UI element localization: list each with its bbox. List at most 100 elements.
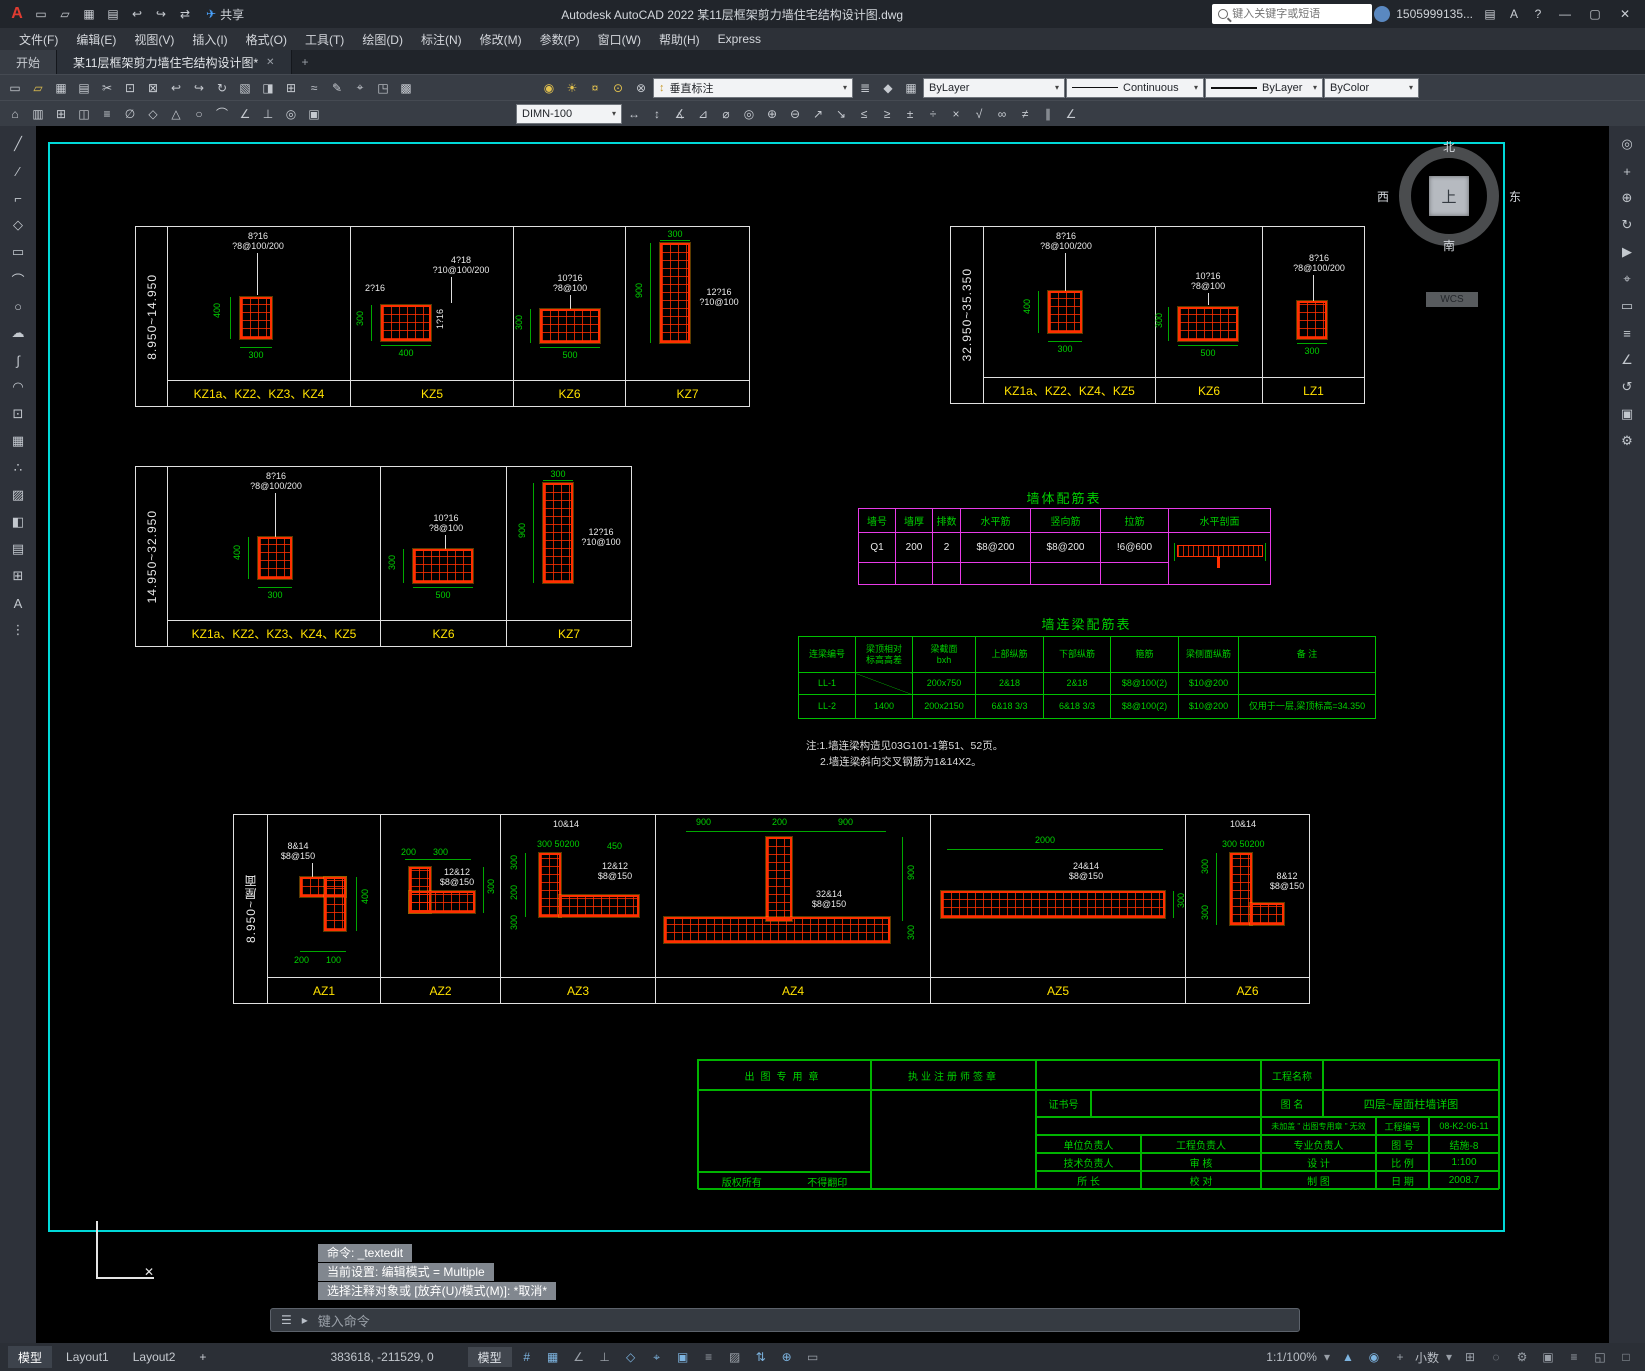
new-icon[interactable]: ▭	[4, 77, 26, 99]
customize-list-icon[interactable]: ≡	[1563, 1347, 1585, 1367]
menu-parametric[interactable]: 参数(P)	[531, 28, 589, 50]
revcloud-icon[interactable]: ☁	[6, 323, 30, 343]
viewport-icon[interactable]: ◳	[372, 77, 394, 99]
compass-south[interactable]: 南	[1443, 237, 1455, 254]
tab-close-icon[interactable]: ✕	[266, 57, 274, 68]
radius-dim-icon[interactable]: ⊕	[761, 103, 783, 125]
wall-rebar-table[interactable]: 墙号 墙厚 排数 水平筋 竖向筋 拉筋 水平剖面 Q1 200 2 $8@200…	[858, 508, 1271, 585]
cell-label[interactable]: KZ1a、KZ2、KZ4、KZ5	[984, 377, 1155, 403]
polar-tracking-icon[interactable]: ∠	[568, 1347, 590, 1367]
insert-table-icon[interactable]: ⊞	[50, 103, 72, 125]
make-block-icon[interactable]: ▦	[6, 431, 30, 451]
baseline-dim-icon[interactable]: ⊖	[784, 103, 806, 125]
wall-section[interactable]	[941, 891, 1165, 918]
list-icon[interactable]: ≡	[96, 103, 118, 125]
layer-walk-icon[interactable]: ▦	[900, 77, 922, 99]
cell-label[interactable]: KZ6	[514, 380, 625, 406]
range-text[interactable]: 8.950~屋面	[242, 874, 259, 943]
search-input[interactable]	[1232, 8, 1367, 20]
column-section[interactable]	[258, 537, 292, 579]
polyline-icon[interactable]: ⌐	[6, 188, 30, 208]
hatch-edit-icon[interactable]: ▩	[395, 77, 417, 99]
menu-help[interactable]: 帮助(H)	[650, 28, 709, 50]
pan-icon[interactable]: +	[1615, 161, 1639, 181]
wcs-selector[interactable]: WCS	[1426, 292, 1478, 307]
undo-icon[interactable]: ↩	[126, 3, 148, 25]
ortho-icon[interactable]: ⊥	[594, 1347, 616, 1367]
beam-rebar-table[interactable]: 连梁编号 梁顶相对 标高高差 梁截面 bxh 上部纵筋 下部纵筋 箍筋 梁侧面纵…	[798, 636, 1376, 719]
viewcube[interactable]: 北 南 西 东 上	[1377, 140, 1521, 254]
lineweight-display-icon[interactable]: ≡	[698, 1347, 720, 1367]
osnap-tool-icon[interactable]: ⌖	[349, 77, 371, 99]
chevron-down-icon[interactable]: ▾	[1443, 1347, 1455, 1367]
cell-label[interactable]: AZ5	[931, 977, 1185, 1003]
column-section[interactable]	[1178, 307, 1238, 341]
dim-right[interactable]: 300	[486, 879, 496, 894]
menu-modify[interactable]: 修改(M)	[471, 28, 531, 50]
region2-icon[interactable]: ▤	[6, 539, 30, 559]
dim-right[interactable]: 400	[360, 889, 370, 904]
dim-top[interactable]: 300 50200	[1222, 839, 1265, 849]
rebar-annotation[interactable]: 8&14 $8@150	[270, 841, 326, 861]
menu-insert[interactable]: 插入(I)	[183, 28, 236, 50]
minimize-button[interactable]: —	[1551, 2, 1579, 26]
dim-left[interactable]: 200	[509, 885, 519, 900]
table-tool-icon[interactable]: ⊞	[280, 77, 302, 99]
dim-left[interactable]: 300	[509, 915, 519, 930]
linear-dim-icon[interactable]: ↔	[623, 103, 645, 125]
datum-icon[interactable]: ≥	[876, 103, 898, 125]
isodraft-icon[interactable]: ◇	[620, 1347, 642, 1367]
range-text[interactable]: 32.950~35.350	[960, 268, 974, 361]
table-icon[interactable]: ⊞	[6, 566, 30, 586]
column-section[interactable]	[543, 483, 573, 583]
dim-bottom[interactable]: 200	[294, 955, 309, 965]
beam-table-title[interactable]: 墙连梁配筋表	[798, 614, 1375, 633]
annotation-scale[interactable]: 1:1/100%	[1266, 1350, 1317, 1364]
layout-icon[interactable]: ▥	[27, 103, 49, 125]
circle-icon[interactable]: ○	[6, 296, 30, 316]
rebar-annotation[interactable]: 12?16 ?10@100	[573, 527, 629, 547]
rebar-annotation[interactable]: 10?16 ?8@100	[530, 273, 610, 293]
cell-label[interactable]: AZ6	[1186, 977, 1309, 1003]
share-button[interactable]: ✈ 共享	[198, 6, 252, 23]
cell-label[interactable]: AZ3	[501, 977, 655, 1003]
help-search[interactable]	[1212, 4, 1373, 24]
regen-icon[interactable]: ↻	[211, 77, 233, 99]
menu-format[interactable]: 格式(O)	[237, 28, 296, 50]
qopen-icon[interactable]: ▱	[54, 3, 76, 25]
app-store-icon[interactable]: ▤	[1479, 3, 1501, 25]
dynamic-ucs-icon[interactable]: ⊕	[776, 1347, 798, 1367]
rebar-annotation[interactable]: 24&14 $8@150	[1051, 861, 1121, 881]
diameter-dim-icon[interactable]: ⌀	[715, 103, 737, 125]
layer-lock-icon[interactable]: ⊙	[607, 77, 629, 99]
column-section[interactable]	[660, 243, 690, 343]
menu-window[interactable]: 窗口(W)	[589, 28, 650, 50]
measure-icon[interactable]: ◇	[142, 103, 164, 125]
dim-right[interactable]: 300	[906, 925, 916, 940]
cell-label[interactable]: KZ6	[1156, 377, 1262, 403]
angle-tool-icon[interactable]: ∠	[234, 103, 256, 125]
copy-icon[interactable]: ⊡	[119, 77, 141, 99]
rebar-annotation[interactable]: 8?16 ?8@100/200	[206, 231, 310, 251]
dim-width[interactable]: 300	[258, 590, 292, 600]
polygon-icon[interactable]: ◇	[6, 215, 30, 235]
rebar-annotation[interactable]: 4?18 ?10@100/200	[413, 255, 509, 275]
dim-width[interactable]: 500	[540, 350, 600, 360]
spline-tool-icon[interactable]: ≈	[303, 77, 325, 99]
more-tools-icon[interactable]: ⋮	[6, 620, 30, 640]
column-section[interactable]	[1297, 301, 1327, 339]
dim-height[interactable]: 300	[355, 311, 365, 326]
qsave-icon[interactable]: ▦	[78, 3, 100, 25]
dim-top[interactable]: 2000	[1035, 835, 1055, 845]
menu-express[interactable]: Express	[709, 28, 770, 50]
wall-section[interactable]	[1230, 853, 1252, 925]
plot-icon[interactable]: ▤	[73, 77, 95, 99]
wall-section[interactable]	[559, 895, 639, 917]
layer-unlock-icon[interactable]: ⊗	[630, 77, 652, 99]
view-settings-icon[interactable]: ⚙	[1615, 431, 1639, 451]
cut-icon[interactable]: ✂	[96, 77, 118, 99]
layer-on-icon[interactable]: ◉	[538, 77, 560, 99]
arc-icon[interactable]: ⌒	[6, 269, 30, 289]
viewports-icon[interactable]: ◫	[73, 103, 95, 125]
dim-height[interactable]: 300	[514, 315, 524, 330]
